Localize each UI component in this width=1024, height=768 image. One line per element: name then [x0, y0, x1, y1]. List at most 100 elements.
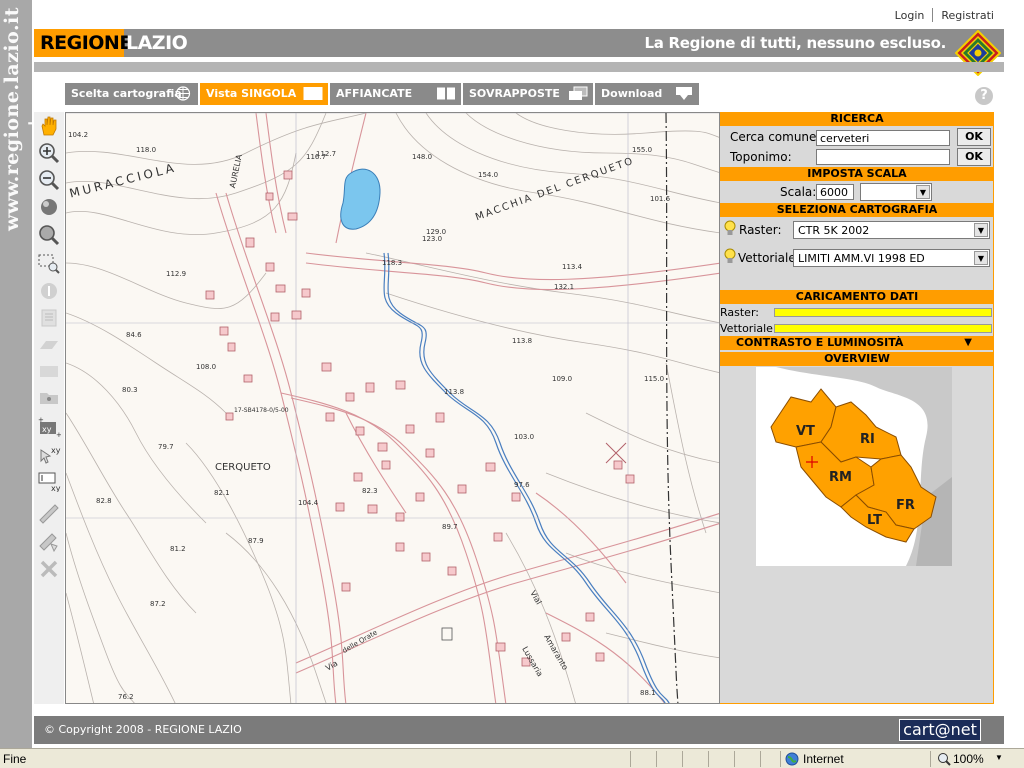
ricerca-header: RICERCA: [720, 112, 994, 126]
cartanet-logo[interactable]: cart@net: [899, 719, 981, 741]
tab-vista-singola[interactable]: Vista SINGOLA: [200, 83, 328, 105]
zoom-dropdown-icon: ▼: [995, 753, 1003, 762]
dropdown-arrow-icon: ▼: [974, 223, 988, 237]
measure-area-tool[interactable]: [37, 530, 61, 553]
spot-height: 154.0: [478, 171, 499, 179]
zoom-in-icon: [39, 143, 60, 164]
zoom-out-tool[interactable]: [37, 169, 61, 191]
left-strip: www.regione.lazio.it +: [0, 0, 45, 748]
clear-tool[interactable]: [37, 558, 61, 580]
map-label-cerqueto: CERQUETO: [215, 462, 271, 473]
logo-box: REGIONE: [34, 29, 132, 57]
raster-select-value: CTR 5K 2002: [798, 224, 870, 237]
logo-lazio: LAZIO: [126, 32, 188, 54]
tab-label: SOVRAPPOSTE: [469, 87, 560, 100]
zone-cell: Internet: [780, 751, 930, 767]
svg-text:xy: xy: [51, 484, 61, 492]
goto-xy-tool[interactable]: xy: [37, 444, 61, 466]
pan-icon: [41, 116, 57, 136]
province-lt: LT: [867, 513, 882, 528]
contrasto-header[interactable]: CONTRASTO E LUMINOSITÀ ▼: [720, 336, 994, 350]
register-link[interactable]: Registrati: [941, 9, 994, 22]
print-tool[interactable]: [37, 360, 61, 382]
spot-height: 103.0: [514, 433, 535, 441]
vettoriale-label: Vettoriale:: [738, 251, 800, 265]
single-view-icon: [303, 87, 323, 100]
pan-tool[interactable]: [37, 115, 61, 137]
scala-select[interactable]: ▼: [860, 183, 932, 201]
layer-list-icon: [41, 309, 57, 327]
info-icon: [41, 283, 57, 299]
zoom-box-icon: [38, 254, 60, 274]
zoom-cell[interactable]: 100% ▼: [930, 751, 1024, 767]
goto-xy-icon: xy: [40, 446, 61, 464]
status-cell: [656, 751, 682, 767]
link-separator: [932, 8, 934, 22]
add-point-xy-tool[interactable]: xy + +: [37, 416, 62, 439]
spot-height: 76.2: [118, 693, 134, 701]
tab-label: AFFIANCATE: [336, 87, 413, 100]
tab-download[interactable]: Download: [595, 83, 699, 105]
tab-scelta-cartografia[interactable]: Scelta cartografia: [65, 83, 198, 105]
input-xy-icon: xy: [38, 472, 61, 493]
input-xy-tool[interactable]: xy: [37, 470, 61, 493]
measure-area-icon: [39, 533, 58, 553]
spot-height: 101.6: [650, 195, 671, 203]
layer-list-tool[interactable]: [37, 307, 61, 329]
map-parcel-label: 17-SB4178-0/5-00: [234, 407, 289, 414]
cerca-comune-ok-button[interactable]: OK: [957, 128, 991, 146]
layer-tool[interactable]: [37, 334, 61, 356]
raster-label: Raster:: [739, 223, 782, 237]
zoom-in-tool[interactable]: [37, 142, 61, 164]
expand-arrow-icon: ▼: [964, 337, 972, 348]
map-canvas[interactable]: MURACCIOLA MACCHIA DEL CERQUETO CERQUETO…: [65, 112, 720, 704]
scala-label: Scala:: [780, 185, 817, 199]
header-banner: REGIONE LAZIO La Regione di tutti, nessu…: [34, 29, 1004, 57]
toponimo-input[interactable]: [816, 149, 950, 165]
spot-height: 148.0: [412, 153, 433, 161]
province-fr: FR: [896, 498, 915, 513]
top-links: Login Registrati: [895, 8, 994, 22]
folder-tool[interactable]: [37, 386, 61, 408]
vettoriale-select-value: LIMITI AMM.VI 1998 ED: [798, 252, 925, 265]
vettoriale-load-label: Vettoriale:: [720, 322, 777, 335]
measure-distance-tool[interactable]: [37, 502, 61, 524]
spot-height: 87.9: [248, 537, 264, 545]
zoom-text: 100%: [953, 752, 984, 766]
info-tool[interactable]: [37, 280, 61, 302]
spot-height: 155.0: [632, 146, 653, 154]
spot-height: 109.0: [552, 375, 573, 383]
zoom-full-tool[interactable]: [37, 224, 61, 246]
status-cell: [708, 751, 734, 767]
spot-height: 81.2: [170, 545, 186, 553]
province-ri: RI: [860, 432, 875, 447]
spot-height: 115.0: [644, 375, 665, 383]
tab-sovrapposte[interactable]: SOVRAPPOSTE: [463, 83, 593, 105]
spot-height: 82.1: [214, 489, 230, 497]
toponimo-ok-button[interactable]: OK: [957, 148, 991, 166]
login-link[interactable]: Login: [895, 9, 925, 22]
spot-height: 97.6: [514, 481, 530, 489]
spot-height: 82.8: [96, 497, 112, 505]
overview-map[interactable]: VT RI RM FR LT: [756, 367, 952, 566]
help-icon[interactable]: ?: [975, 87, 993, 105]
status-cell: [734, 751, 760, 767]
lazio-overview-svg: VT RI RM FR LT: [756, 367, 952, 566]
overlay-view-icon: [569, 86, 588, 100]
tab-affiancate[interactable]: AFFIANCATE: [330, 83, 461, 105]
tab-label: Scelta cartografia: [71, 87, 182, 100]
bulb-icon[interactable]: [724, 248, 736, 266]
side-by-side-icon: [437, 87, 455, 100]
scala-input[interactable]: 6000: [816, 184, 854, 200]
zoom-box-tool[interactable]: [37, 252, 61, 274]
zoom-magnifier-icon: [938, 753, 951, 766]
view-tabs: Scelta cartografia Vista SINGOLA AFFIANC…: [65, 83, 701, 105]
spot-height: 123.0: [422, 235, 443, 243]
bulb-icon[interactable]: [724, 220, 736, 238]
vettoriale-select[interactable]: LIMITI AMM.VI 1998 ED ▼: [793, 249, 990, 267]
raster-progress-bar: [774, 308, 992, 317]
raster-select[interactable]: CTR 5K 2002 ▼: [793, 221, 990, 239]
globe-tool[interactable]: [37, 196, 61, 218]
spot-height: 112.9: [166, 270, 187, 278]
cerca-comune-input[interactable]: cerveteri: [816, 130, 950, 146]
